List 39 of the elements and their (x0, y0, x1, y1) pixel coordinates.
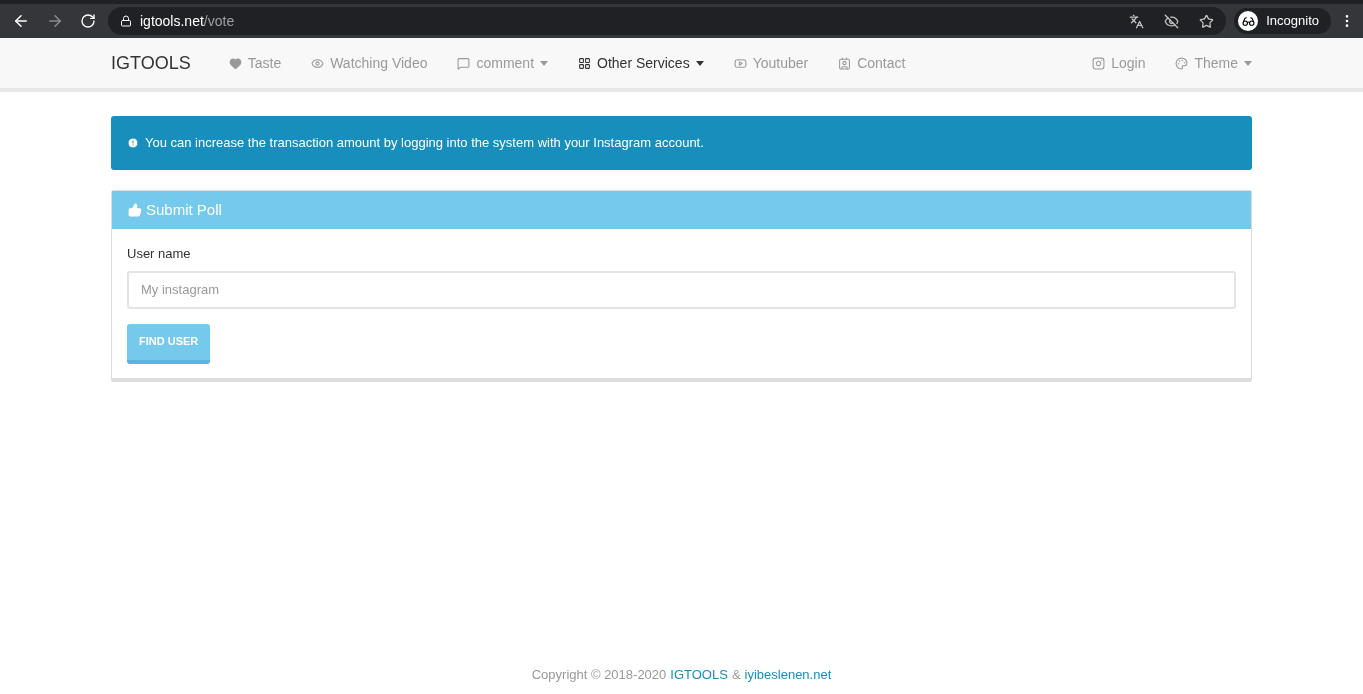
brand-link[interactable]: IGTOOLS (670, 664, 728, 684)
play-icon (733, 56, 747, 70)
grid-icon (578, 56, 592, 70)
nav-link[interactable]: Contact (823, 44, 921, 82)
username-field[interactable]: My instagram (127, 270, 1236, 309)
star-icon[interactable] (1199, 13, 1215, 29)
reload-icon[interactable] (80, 13, 96, 29)
exclamation-icon (127, 137, 139, 149)
translate-icon[interactable] (1129, 13, 1145, 29)
heart-icon (228, 56, 242, 70)
brand-logo[interactable]: IGTOOLS (96, 49, 206, 77)
nav-link[interactable]: Taste (213, 44, 297, 82)
separator-text: & (731, 665, 741, 684)
field-label: User name (127, 245, 192, 263)
nav-link[interactable]: comment (442, 44, 564, 82)
incognito-icon (1238, 11, 1259, 31)
profile-chip[interactable]: Incognito (1234, 8, 1331, 34)
forward-icon[interactable] (46, 12, 64, 30)
site-link[interactable]: iyibeslenen.net (744, 664, 832, 684)
find-user-button[interactable]: FIND USER (127, 323, 211, 364)
back-icon[interactable] (12, 12, 30, 30)
address-bar[interactable]: igtools.net/vote (108, 7, 1227, 35)
alert-text: You can increase the transaction amount by logging into the system with your Instagram account. (145, 134, 704, 153)
nav-link[interactable]: Other Services (563, 44, 719, 82)
palette-icon (1175, 56, 1189, 70)
lock-icon (120, 15, 132, 27)
eye-slash-icon[interactable] (1164, 13, 1180, 29)
camera-icon (1092, 56, 1106, 70)
nav-link[interactable]: Theme (1160, 44, 1267, 82)
panel-title: Submit Poll (146, 199, 222, 220)
nav-link[interactable]: Watching Video (296, 44, 443, 82)
copyright-text: Copyright © 2018-2020 (531, 665, 667, 684)
contact-card-icon (838, 56, 852, 70)
nav-link[interactable]: Login (1077, 44, 1161, 82)
url-text: igtools.net/vote (140, 11, 235, 31)
thumbs-icon (128, 203, 142, 217)
speech-bubble-icon (457, 56, 471, 70)
nav-link[interactable]: Youtuber (718, 44, 824, 82)
eye-icon (311, 56, 325, 70)
